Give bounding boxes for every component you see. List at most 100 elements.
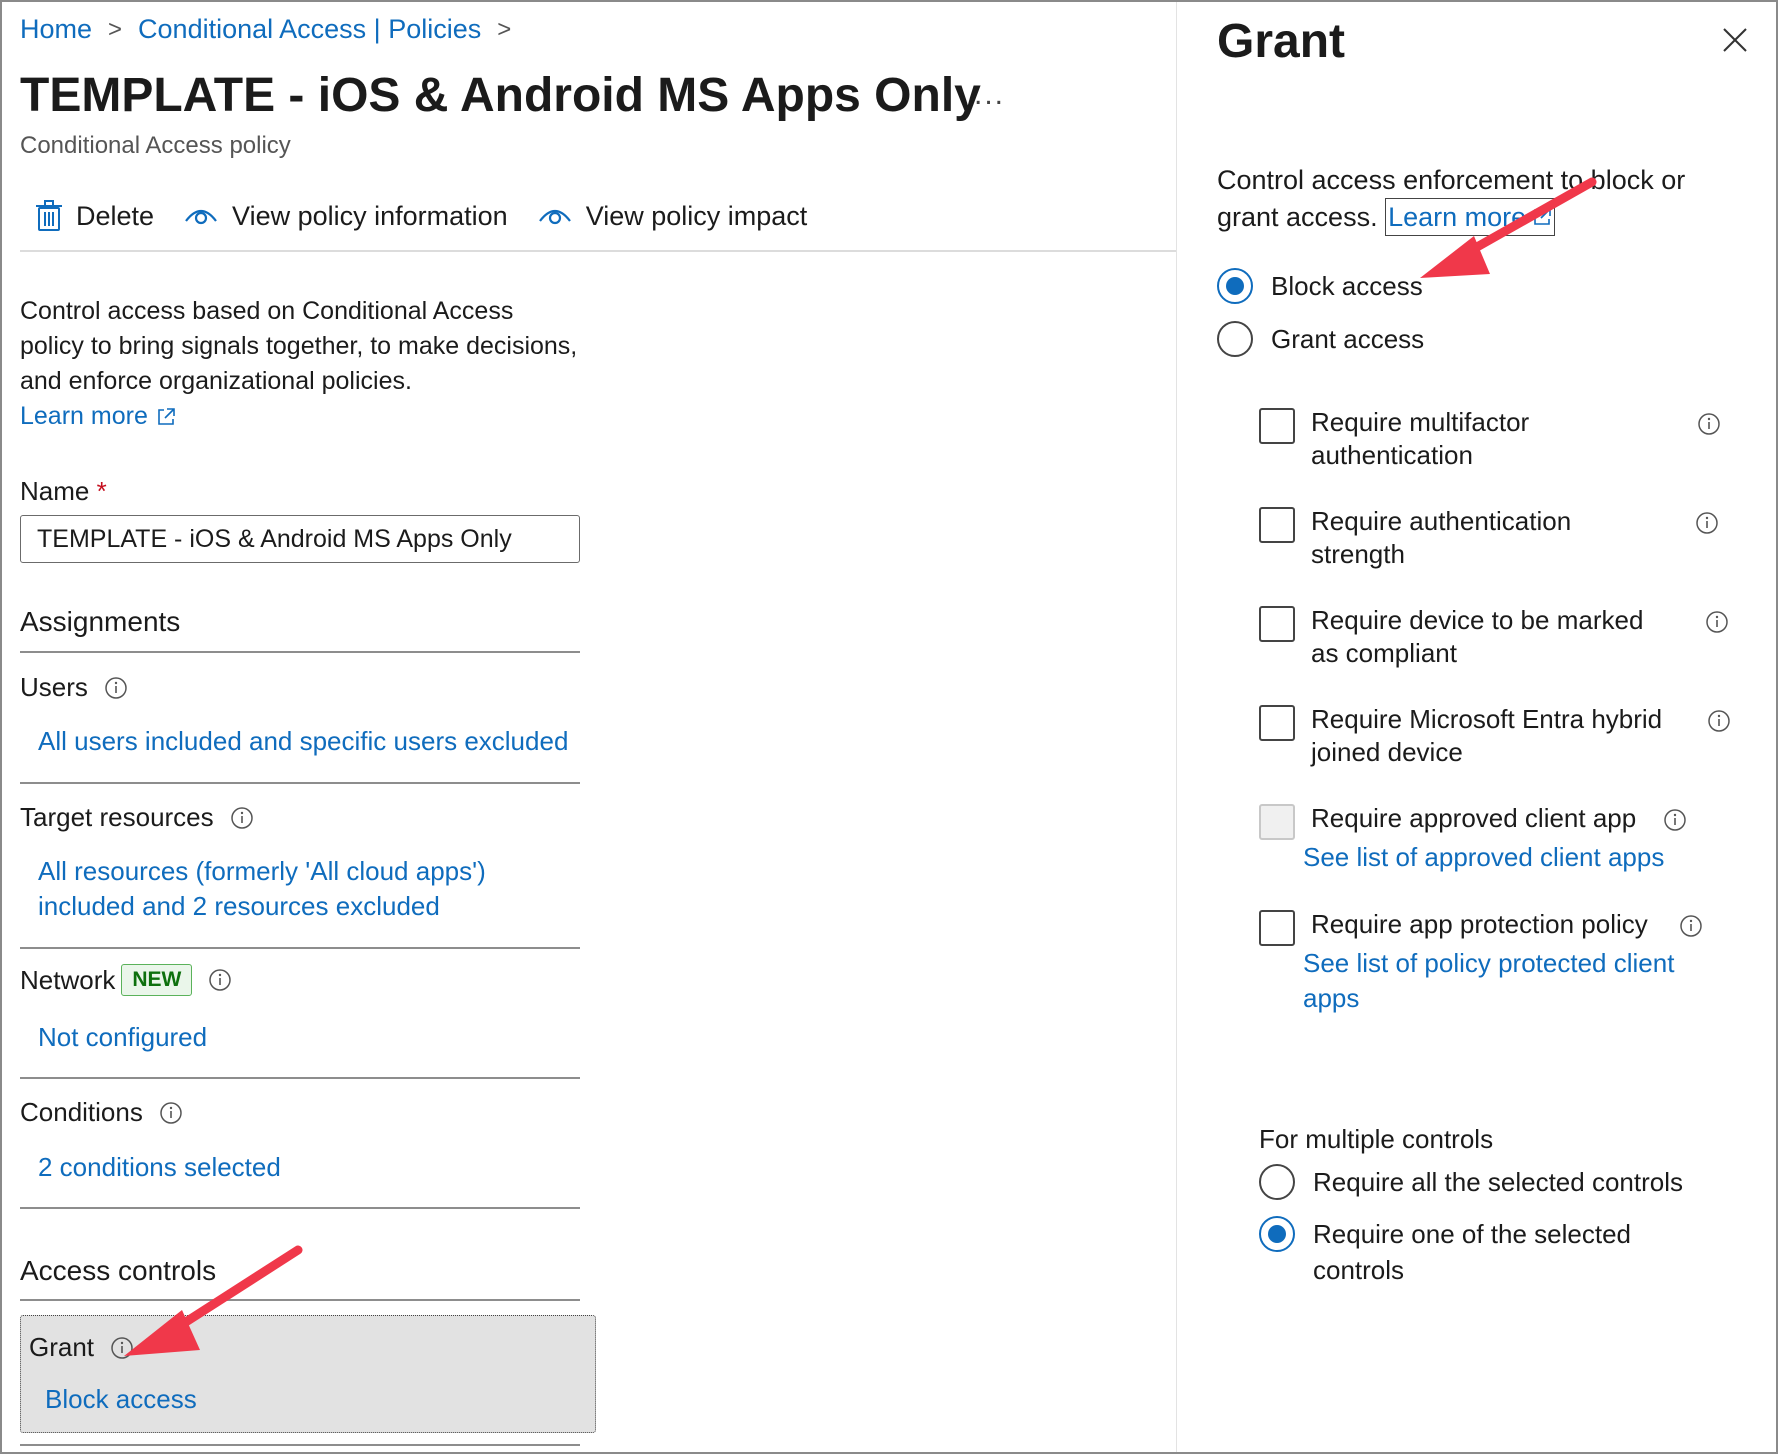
- control-label: Require multifactor authentication: [1311, 406, 1529, 472]
- close-icon[interactable]: [1721, 26, 1749, 54]
- policy-name-input[interactable]: [20, 515, 580, 563]
- control-label: Require authentication strength: [1311, 505, 1571, 571]
- page-title: TEMPLATE - iOS & Android MS Apps Only: [20, 69, 981, 122]
- external-link-icon: [158, 407, 175, 425]
- divider: [20, 651, 580, 653]
- link-line2: apps: [1303, 983, 1360, 1013]
- users-summary-link[interactable]: All users included and specific users ex…: [38, 724, 568, 759]
- grant-section[interactable]: Grant Block access: [20, 1315, 596, 1433]
- info-icon[interactable]: [230, 806, 254, 830]
- chevron-right-icon: >: [108, 15, 123, 43]
- divider: [20, 1077, 580, 1079]
- radio-button[interactable]: [1259, 1164, 1295, 1200]
- network-label: Network NEW: [20, 964, 232, 996]
- info-icon[interactable]: [104, 676, 128, 700]
- divider: [20, 782, 580, 784]
- divider: [20, 1207, 580, 1209]
- require-one-line2: controls: [1313, 1255, 1405, 1285]
- divider: [20, 1299, 580, 1301]
- checkbox[interactable]: [1259, 408, 1295, 444]
- name-label-text: Name: [20, 476, 90, 506]
- grant-access-radio[interactable]: Grant access: [1217, 321, 1424, 357]
- eye-icon: [185, 209, 217, 225]
- grant-panel-description: Control access enforcement to block or g…: [1217, 162, 1737, 236]
- require-all-controls-radio[interactable]: Require all the selected controls: [1259, 1164, 1683, 1200]
- checkbox-disabled: [1259, 804, 1295, 840]
- users-label-text: Users: [20, 672, 88, 702]
- info-icon[interactable]: [1705, 610, 1729, 634]
- control-label-line2: authentication: [1311, 440, 1473, 470]
- control-label: Require app protection policy: [1311, 908, 1648, 941]
- new-badge: NEW: [121, 964, 193, 996]
- info-icon[interactable]: [1695, 511, 1719, 535]
- target-resources-label-text: Target resources: [20, 802, 214, 832]
- require-one-label: Require one of the selected controls: [1313, 1216, 1631, 1288]
- control-label-line2: joined device: [1311, 737, 1463, 767]
- checkbox[interactable]: [1259, 910, 1295, 946]
- divider: [20, 1444, 580, 1446]
- info-icon[interactable]: [1679, 914, 1703, 938]
- control-label-line1: Require authentication: [1311, 506, 1572, 536]
- radio-button-selected[interactable]: [1259, 1216, 1295, 1252]
- conditions-label: Conditions: [20, 1097, 183, 1128]
- conditions-summary-link[interactable]: 2 conditions selected: [38, 1150, 281, 1185]
- assignments-heading: Assignments: [20, 606, 181, 637]
- view-policy-information-button[interactable]: View policy information: [184, 192, 508, 240]
- require-one-line1: Require one of the selected: [1313, 1219, 1631, 1249]
- name-label: Name *: [20, 476, 107, 507]
- checkbox[interactable]: [1259, 606, 1295, 642]
- info-icon[interactable]: [1663, 808, 1687, 832]
- require-one-control-radio[interactable]: Require one of the selected controls: [1259, 1216, 1631, 1288]
- radio-dot: [1226, 277, 1244, 295]
- target-resources-summary-link[interactable]: All resources (formerly 'All cloud apps'…: [38, 854, 486, 924]
- users-label: Users: [20, 672, 128, 703]
- radio-button[interactable]: [1217, 321, 1253, 357]
- delete-label: Delete: [76, 200, 155, 231]
- radio-dot: [1268, 1225, 1286, 1243]
- grant-summary-link[interactable]: Block access: [45, 1384, 197, 1415]
- required-asterisk: *: [96, 476, 107, 506]
- divider: [20, 947, 580, 949]
- info-icon[interactable]: [1707, 709, 1731, 733]
- control-label-line1: Require approved client app: [1311, 803, 1637, 833]
- control-label-line1: Require Microsoft Entra hybrid: [1311, 704, 1663, 734]
- target-resources-line1: All resources (formerly 'All cloud apps'…: [38, 856, 486, 886]
- radio-button-selected[interactable]: [1217, 268, 1253, 304]
- view-policy-impact-label: View policy impact: [585, 200, 808, 231]
- access-controls-heading: Access controls: [20, 1255, 217, 1286]
- info-icon[interactable]: [1697, 412, 1721, 436]
- checkbox[interactable]: [1259, 507, 1295, 543]
- control-label-line2: strength: [1311, 539, 1405, 569]
- breadcrumb-policies[interactable]: Conditional Access | Policies: [138, 14, 481, 45]
- more-options-button[interactable]: ...: [974, 78, 1005, 112]
- learn-more-link[interactable]: Learn more: [20, 399, 176, 434]
- eye-icon: [538, 209, 571, 225]
- external-link-icon: [1534, 208, 1551, 225]
- breadcrumb-home[interactable]: Home: [20, 14, 92, 45]
- learn-more-label: Learn more: [20, 402, 148, 430]
- policy-protected-apps-link[interactable]: See list of policy protected client apps: [1303, 946, 1674, 1016]
- checkbox[interactable]: [1259, 705, 1295, 741]
- info-icon[interactable]: [110, 1336, 134, 1360]
- delete-button[interactable]: Delete: [20, 192, 154, 240]
- chevron-right-icon: >: [497, 15, 512, 43]
- view-policy-impact-button[interactable]: View policy impact: [538, 192, 808, 240]
- network-label-text: Network: [20, 964, 116, 995]
- conditions-label-text: Conditions: [20, 1097, 143, 1127]
- approved-client-apps-link[interactable]: See list of approved client apps: [1303, 840, 1664, 875]
- info-icon[interactable]: [159, 1101, 183, 1125]
- breadcrumb: Home > Conditional Access | Policies >: [20, 14, 527, 45]
- control-label: Require Microsoft Entra hybrid joined de…: [1311, 703, 1662, 769]
- grant-panel-title: Grant: [1217, 15, 1346, 68]
- view-policy-information-label: View policy information: [232, 200, 508, 231]
- grant-learn-more-label: Learn more: [1388, 202, 1527, 232]
- info-icon[interactable]: [208, 968, 232, 992]
- multiple-controls-label: For multiple controls: [1259, 1124, 1494, 1154]
- block-access-label: Block access: [1271, 270, 1423, 301]
- trash-icon: [36, 200, 62, 231]
- network-summary-link[interactable]: Not configured: [38, 1020, 207, 1055]
- grant-label: Grant: [29, 1332, 134, 1363]
- block-access-radio[interactable]: Block access: [1217, 268, 1423, 304]
- control-label-line1: Require device to be marked: [1311, 605, 1644, 635]
- grant-learn-more-link[interactable]: Learn more: [1385, 198, 1556, 236]
